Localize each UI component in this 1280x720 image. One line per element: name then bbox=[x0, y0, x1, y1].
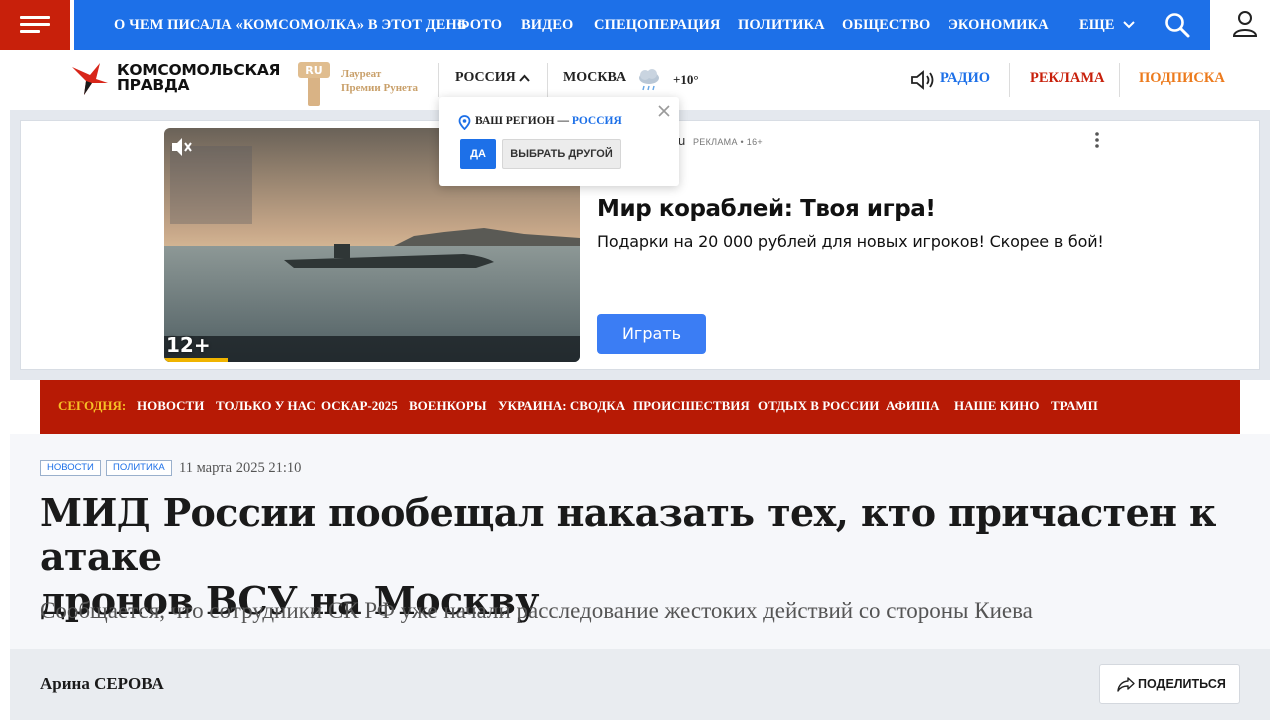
nav-item-economy[interactable]: ЭКОНОМИКА bbox=[948, 0, 1049, 50]
ad-title[interactable]: Мир кораблей: Твоя игра! bbox=[597, 196, 936, 222]
ad-play-button[interactable]: Играть bbox=[597, 314, 706, 354]
user-icon[interactable] bbox=[1230, 9, 1260, 39]
today-item-war-correspondents[interactable]: ВОЕНКОРЫ bbox=[409, 398, 487, 414]
city-label[interactable]: МОСКВА bbox=[563, 70, 626, 86]
tag-news[interactable]: НОВОСТИ bbox=[40, 460, 101, 476]
speaker-icon[interactable] bbox=[910, 70, 936, 90]
ad-meta: РЕКЛАМА • 16+ bbox=[693, 137, 763, 147]
award-line-2: Премии Рунета bbox=[341, 82, 418, 94]
region-confirm-button[interactable]: ДА bbox=[460, 139, 496, 169]
runet-award-icon: RU bbox=[298, 62, 330, 106]
today-item-afisha[interactable]: АФИША bbox=[886, 398, 940, 414]
nav-item-this-day[interactable]: О ЧЕМ ПИСАЛА «КОМСОМОЛКА» В ЭТОТ ДЕНЬ bbox=[114, 0, 467, 50]
site-logo[interactable]: КОМСОМОЛЬСКАЯ ПРАВДА bbox=[117, 62, 280, 94]
svg-text:RU: RU bbox=[305, 64, 322, 77]
region-question: ВАШ РЕГИОН — РОССИЯ bbox=[475, 115, 622, 127]
today-item-trump[interactable]: ТРАМП bbox=[1051, 398, 1098, 414]
today-item-oscar[interactable]: ОСКАР-2025 bbox=[321, 398, 398, 414]
share-icon bbox=[1117, 677, 1135, 692]
region-question-text: ВАШ РЕГИОН — bbox=[475, 115, 572, 127]
mute-icon[interactable] bbox=[170, 136, 194, 158]
radio-link[interactable]: РАДИО bbox=[940, 70, 990, 87]
region-question-value: РОССИЯ bbox=[571, 115, 622, 127]
location-pin-icon bbox=[458, 115, 471, 130]
divider bbox=[547, 63, 548, 97]
nav-item-politics[interactable]: ПОЛИТИКА bbox=[738, 0, 825, 50]
ad-description[interactable]: Подарки на 20 000 рублей для новых игрок… bbox=[597, 232, 1104, 251]
advertising-link[interactable]: РЕКЛАМА bbox=[1030, 70, 1104, 87]
temperature: +10° bbox=[673, 72, 699, 87]
hamburger-menu-button[interactable] bbox=[0, 0, 70, 50]
award-line-1: Лауреат bbox=[341, 68, 382, 80]
today-item-our-cinema[interactable]: НАШЕ КИНО bbox=[954, 398, 1039, 414]
today-item-incidents[interactable]: ПРОИСШЕСТВИЯ bbox=[633, 398, 750, 414]
today-item-news[interactable]: НОВОСТИ bbox=[137, 398, 204, 414]
ad-source[interactable]: u bbox=[678, 133, 685, 148]
divider bbox=[1009, 63, 1010, 97]
nav-item-photo[interactable]: ФОТО bbox=[457, 0, 502, 50]
subscribe-link[interactable]: ПОДПИСКА bbox=[1139, 70, 1225, 87]
chevron-down-icon bbox=[1123, 21, 1135, 29]
tag-politics[interactable]: ПОЛИТИКА bbox=[106, 460, 172, 476]
today-item-travel-russia[interactable]: ОТДЫХ В РОССИИ bbox=[758, 398, 879, 414]
today-item-ukraine-summary[interactable]: УКРАИНА: СВОДКА bbox=[498, 398, 625, 414]
today-item-exclusive[interactable]: ТОЛЬКО У НАС bbox=[216, 398, 316, 414]
top-navigation: О ЧЕМ ПИСАЛА «КОМСОМОЛКА» В ЭТОТ ДЕНЬ ФО… bbox=[0, 0, 1280, 50]
age-rating-badge: 12+ bbox=[166, 333, 211, 357]
cloud-rain-icon bbox=[639, 69, 659, 91]
divider bbox=[1119, 63, 1120, 97]
article-subheadline: Сообщается, что сотрудники СК РФ уже нач… bbox=[40, 598, 1033, 623]
article-date: 11 марта 2025 21:10 bbox=[179, 460, 302, 476]
hamburger-icon bbox=[20, 16, 50, 34]
nav-item-society[interactable]: ОБЩЕСТВО bbox=[842, 0, 930, 50]
chevron-up-icon[interactable] bbox=[518, 72, 531, 85]
divider bbox=[438, 63, 439, 97]
nav-item-special-operation[interactable]: СПЕЦОПЕРАЦИЯ bbox=[594, 0, 720, 50]
share-label: ПОДЕЛИТЬСЯ bbox=[1138, 677, 1226, 691]
kp-logo-bird-icon[interactable] bbox=[70, 61, 110, 97]
logo-line-2: ПРАВДА bbox=[117, 76, 190, 94]
article-author[interactable]: Арина СЕРОВА bbox=[40, 674, 164, 694]
search-icon[interactable] bbox=[1163, 11, 1191, 39]
award-caption: Лауреат Премии Рунета bbox=[341, 67, 418, 95]
close-icon[interactable] bbox=[657, 104, 671, 118]
nav-item-video[interactable]: ВИДЕО bbox=[521, 0, 573, 50]
author-bar bbox=[10, 649, 1270, 720]
today-label: СЕГОДНЯ: bbox=[58, 398, 127, 413]
region-selector[interactable]: РОССИЯ bbox=[455, 70, 516, 86]
nav-item-more[interactable]: ЕЩЕ bbox=[1079, 0, 1115, 50]
headline-line-1: МИД России пообещал наказать тех, кто пр… bbox=[40, 490, 1216, 579]
kebab-menu-icon[interactable] bbox=[1090, 131, 1104, 149]
region-change-button[interactable]: ВЫБРАТЬ ДРУГОЙ bbox=[502, 139, 621, 169]
